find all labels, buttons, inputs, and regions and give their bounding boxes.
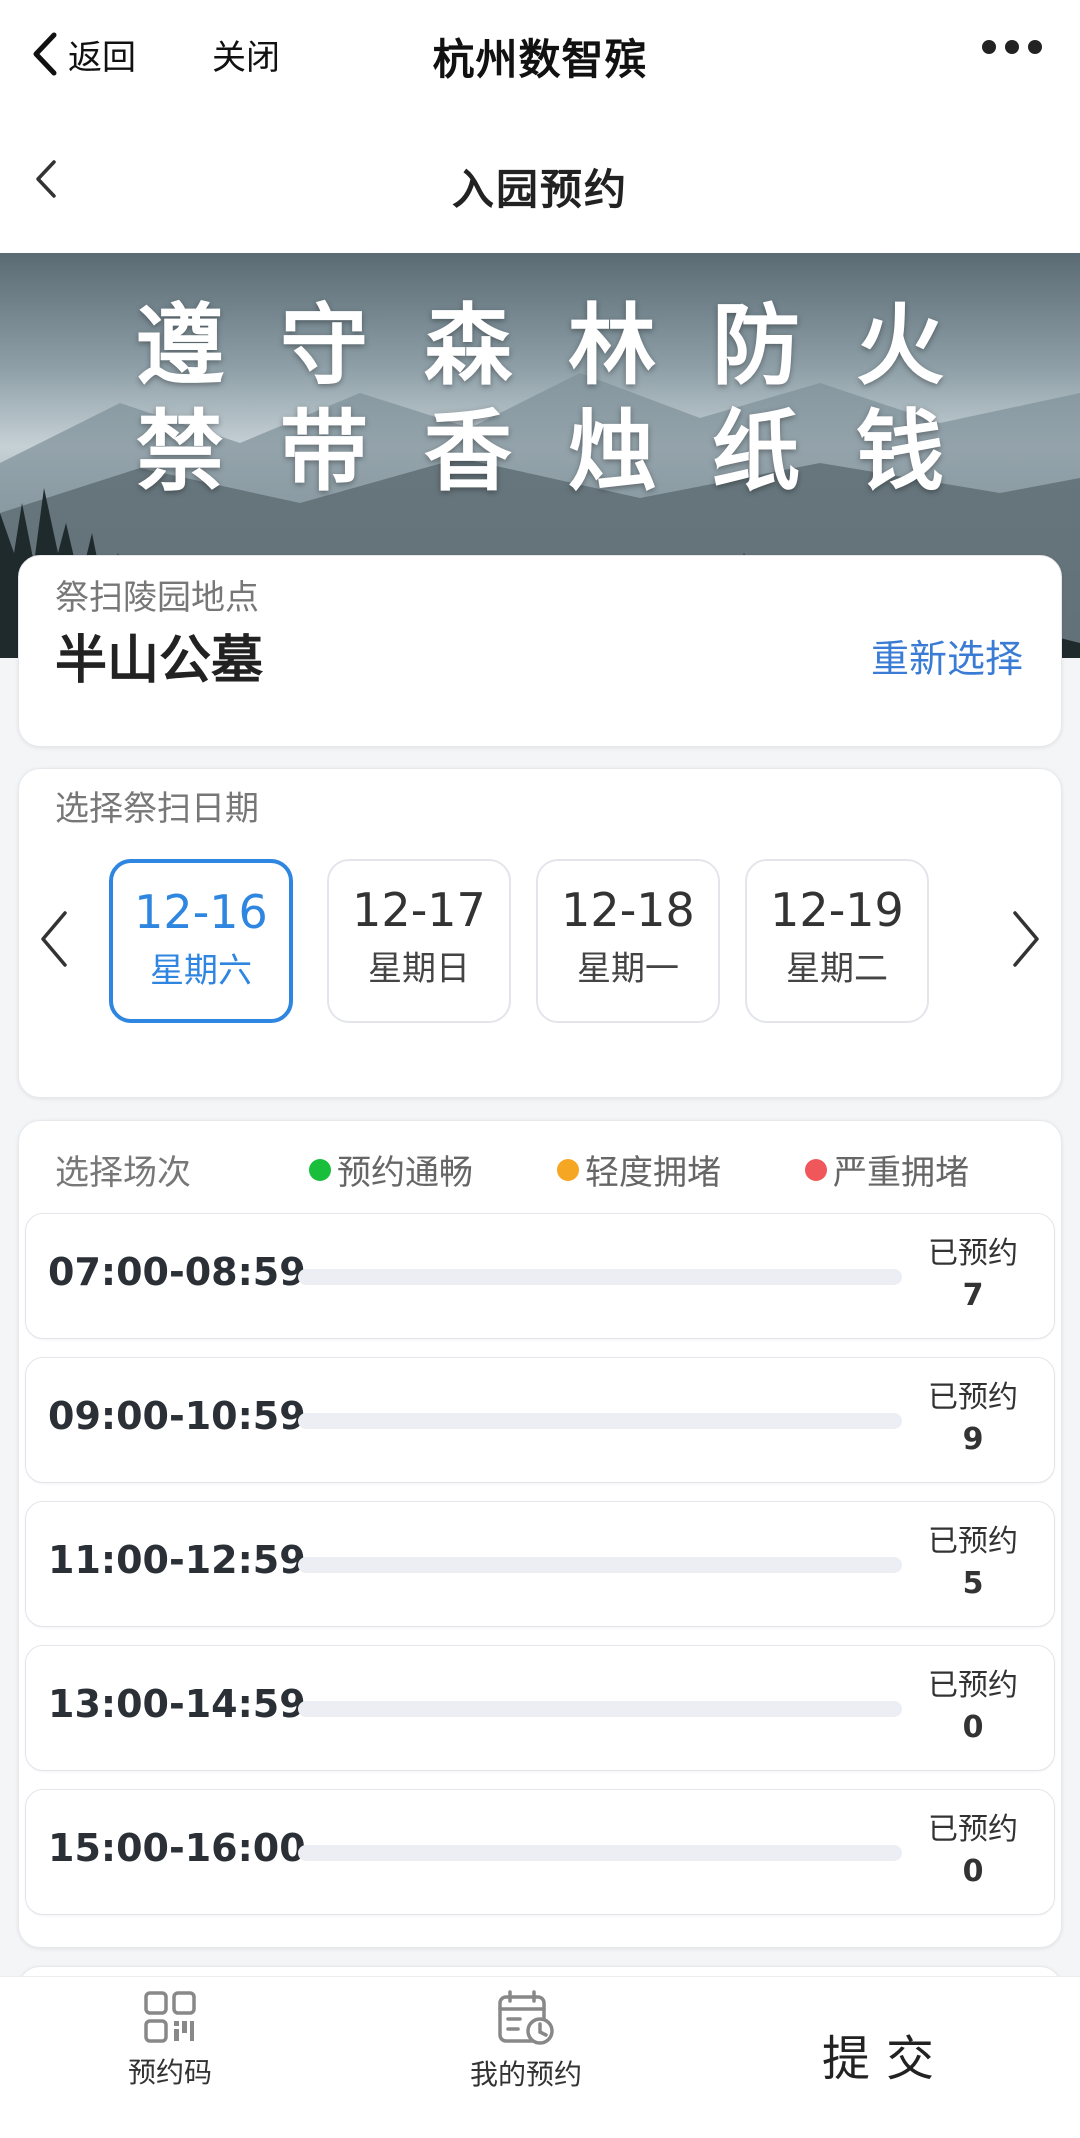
booked-count: 0 bbox=[962, 1710, 984, 1745]
slot-progress-bar bbox=[298, 1269, 902, 1285]
slot-progress-bar bbox=[298, 1413, 902, 1429]
page-title: 入园预约 bbox=[451, 165, 628, 214]
my-bookings-tab[interactable]: 我的预约 bbox=[426, 1989, 626, 2093]
date-weekday: 星期一 bbox=[577, 949, 679, 989]
date-weekday: 星期二 bbox=[786, 949, 888, 989]
legend-label: 严重拥堵 bbox=[833, 1153, 969, 1193]
booked-label: 已预约 bbox=[928, 1668, 1018, 1703]
date-value: 12-16 bbox=[134, 885, 268, 939]
time-slot[interactable]: 11:00-12:59 已预约 5 bbox=[25, 1501, 1055, 1627]
slot-progress-bar bbox=[298, 1845, 902, 1861]
time-slot[interactable]: 07:00-08:59 已预约 7 bbox=[25, 1213, 1055, 1339]
qr-code-label: 预约码 bbox=[127, 2056, 212, 2089]
slot-time: 13:00-14:59 bbox=[48, 1682, 306, 1726]
prev-date-icon[interactable] bbox=[37, 909, 71, 969]
date-option[interactable]: 12-17 星期日 bbox=[327, 859, 511, 1023]
slot-header: 选择场次 预约通畅 轻度拥堵 严重拥堵 bbox=[19, 1131, 1061, 1194]
wechat-top-bar: 返回 关闭 杭州数智殡 bbox=[0, 0, 1080, 108]
time-slot[interactable]: 13:00-14:59 已预约 0 bbox=[25, 1645, 1055, 1771]
qr-code-icon bbox=[144, 1991, 196, 2043]
booked-count: 5 bbox=[962, 1566, 984, 1601]
date-option[interactable]: 12-19 星期二 bbox=[745, 859, 929, 1023]
booked-label: 已预约 bbox=[928, 1812, 1018, 1847]
slot-section-label: 选择场次 bbox=[55, 1153, 191, 1193]
booked-label: 已预约 bbox=[928, 1524, 1018, 1559]
legend-heavy: 严重拥堵 bbox=[805, 1145, 969, 1194]
time-slot[interactable]: 09:00-10:59 已预约 9 bbox=[25, 1357, 1055, 1483]
date-selection-card: 选择祭扫日期 12-16 星期六 12-17 星期日 12-18 星期一 12-… bbox=[18, 768, 1062, 1098]
legend-light: 轻度拥堵 bbox=[557, 1145, 721, 1194]
location-label: 祭扫陵园地点 bbox=[55, 578, 259, 618]
banner-line-2: 禁带香烛纸钱 bbox=[135, 400, 1000, 503]
date-option[interactable]: 12-16 星期六 bbox=[109, 859, 293, 1023]
more-options-icon[interactable] bbox=[982, 40, 1042, 54]
qr-code-tab[interactable]: 预约码 bbox=[70, 1989, 270, 2091]
date-weekday: 星期日 bbox=[368, 949, 470, 989]
slot-time: 11:00-12:59 bbox=[48, 1538, 306, 1582]
date-value: 12-19 bbox=[770, 883, 904, 937]
cemetery-location-card: 祭扫陵园地点 半山公墓 重新选择 bbox=[18, 555, 1062, 747]
reselect-button[interactable]: 重新选择 bbox=[871, 628, 1023, 683]
slot-progress-bar bbox=[298, 1701, 902, 1717]
next-date-icon[interactable] bbox=[1009, 909, 1043, 969]
submit-button[interactable]: 提交 bbox=[822, 2019, 950, 2089]
date-value: 12-18 bbox=[561, 883, 695, 937]
date-weekday: 星期六 bbox=[150, 951, 252, 991]
booked-count: 0 bbox=[962, 1854, 984, 1889]
booked-count: 7 bbox=[962, 1278, 984, 1313]
slot-time: 15:00-16:00 bbox=[48, 1826, 306, 1870]
slot-time: 07:00-08:59 bbox=[48, 1250, 306, 1294]
booked-count: 9 bbox=[962, 1422, 984, 1457]
legend-label: 轻度拥堵 bbox=[585, 1153, 721, 1193]
date-value: 12-17 bbox=[352, 883, 486, 937]
date-section-label: 选择祭扫日期 bbox=[55, 789, 259, 829]
calendar-clock-icon bbox=[498, 1990, 554, 2045]
legend-label: 预约通畅 bbox=[337, 1153, 473, 1193]
my-bookings-label: 我的预约 bbox=[469, 2058, 582, 2091]
time-slot-card: 选择场次 预约通畅 轻度拥堵 严重拥堵 07:00-08:59 已预约 7 09… bbox=[18, 1120, 1062, 1948]
legend-dot bbox=[557, 1158, 579, 1181]
time-slot[interactable]: 15:00-16:00 已预约 0 bbox=[25, 1789, 1055, 1915]
booked-label: 已预约 bbox=[928, 1380, 1018, 1415]
bottom-action-bar: 预约码 我的预约 提交 bbox=[0, 1976, 1080, 2138]
legend-dot bbox=[805, 1158, 827, 1181]
cemetery-name: 半山公墓 bbox=[55, 631, 264, 691]
page-header: 入园预约 bbox=[0, 108, 1080, 253]
legend-dot bbox=[309, 1158, 331, 1181]
slot-time: 09:00-10:59 bbox=[48, 1394, 306, 1438]
booked-label: 已预约 bbox=[928, 1236, 1018, 1271]
slot-progress-bar bbox=[298, 1557, 902, 1573]
app-title: 杭州数智殡 bbox=[432, 35, 648, 84]
legend-smooth: 预约通畅 bbox=[309, 1145, 473, 1194]
date-option[interactable]: 12-18 星期一 bbox=[536, 859, 720, 1023]
